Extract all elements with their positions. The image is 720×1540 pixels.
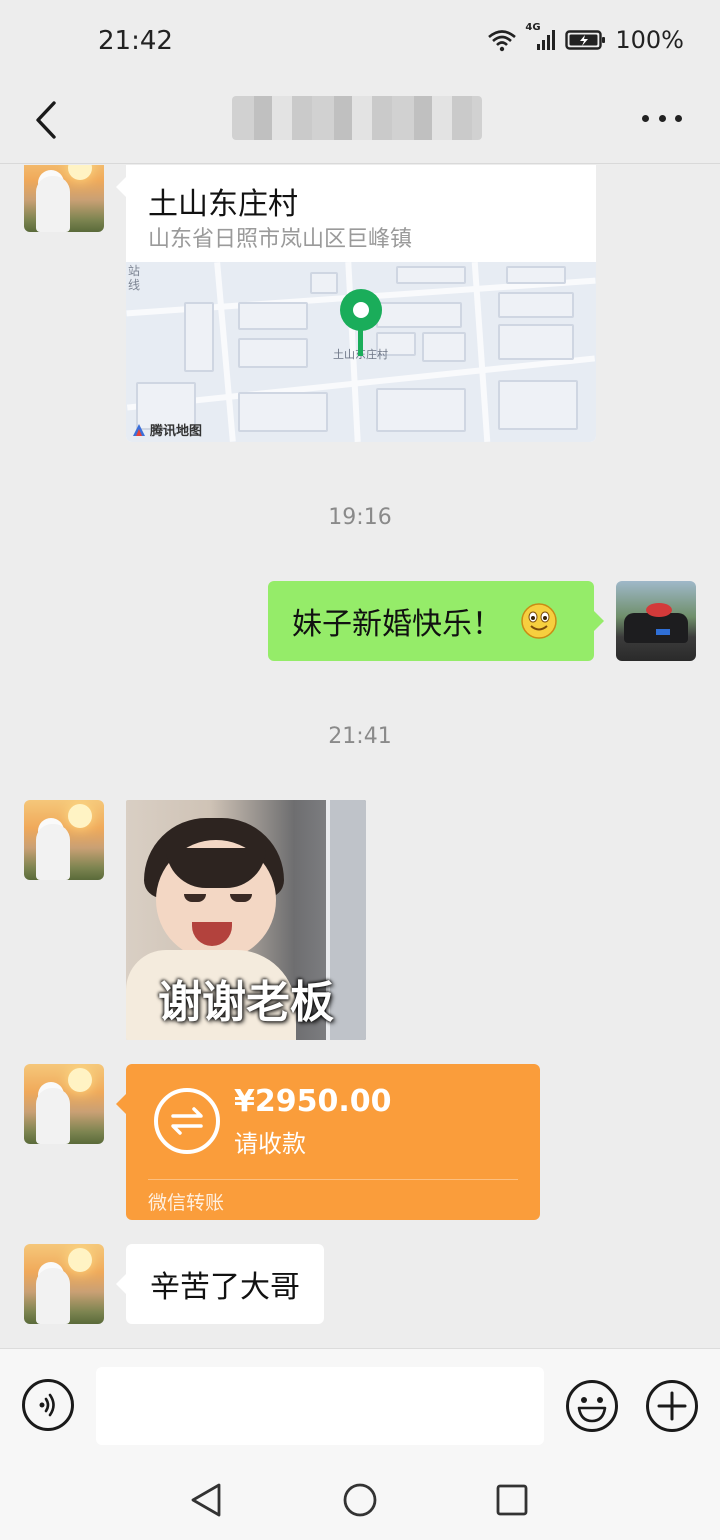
tencent-map-icon [132, 423, 146, 437]
back-button[interactable] [26, 96, 66, 144]
map-pin-icon [338, 288, 384, 362]
battery-icon [565, 28, 607, 52]
smile-emoji-icon [520, 602, 558, 640]
message-text: 辛苦了大哥 [150, 1270, 300, 1305]
circle-home-icon [343, 1483, 377, 1517]
sticker-message[interactable]: 谢谢老板 [126, 800, 366, 1040]
more-dot [658, 114, 666, 122]
chat-input-bar [0, 1348, 720, 1462]
map-station-label: 站线 [128, 264, 141, 292]
battery-level: 100% [615, 26, 684, 54]
more-functions-button[interactable] [645, 1379, 699, 1433]
system-navigation-bar [0, 1462, 720, 1540]
emoji-button[interactable] [565, 1379, 619, 1433]
status-time: 21:42 [98, 26, 173, 56]
cellular-signal-icon: 4G [525, 22, 557, 52]
status-bar: 21:42 4G 100% [0, 0, 720, 80]
more-dot [642, 114, 649, 122]
bubble-tail [116, 177, 126, 197]
system-home-button[interactable] [340, 1480, 380, 1520]
chat-header [0, 80, 720, 164]
location-map-preview[interactable]: 站线 土山东庄村 腾讯地图 [126, 262, 596, 442]
incoming-text-message[interactable]: 辛苦了大哥 [126, 1244, 324, 1324]
location-title: 土山东庄村 [148, 187, 298, 222]
more-button[interactable] [642, 108, 682, 128]
triangle-back-icon [191, 1483, 221, 1517]
voice-input-button[interactable] [22, 1379, 74, 1431]
chevron-left-icon [36, 101, 56, 139]
message-timestamp: 21:41 [328, 724, 392, 749]
sticker-caption: 谢谢老板 [158, 977, 334, 1028]
outgoing-text-message[interactable]: 妹子新婚快乐！ [268, 581, 594, 661]
smiley-face-icon [566, 1380, 618, 1432]
my-avatar[interactable] [616, 581, 696, 661]
map-provider-name: 腾讯地图 [150, 424, 203, 439]
network-type: 4G [525, 22, 541, 33]
bubble-tail [116, 1094, 126, 1114]
bubble-tail [594, 611, 604, 631]
plus-icon [646, 1380, 698, 1432]
contact-avatar[interactable] [24, 1064, 104, 1144]
status-icons: 4G 100% [487, 22, 684, 54]
system-back-button[interactable] [186, 1480, 226, 1520]
redacted-title-mask [232, 96, 482, 140]
message-input[interactable] [96, 1367, 544, 1445]
transfer-status: 请收款 [234, 1130, 306, 1158]
message-text: 妹子新婚快乐！ [292, 607, 502, 642]
money-transfer-message[interactable]: ¥2950.00 请收款 微信转账 [126, 1064, 540, 1220]
bubble-tail [116, 1274, 126, 1294]
more-dot [675, 114, 682, 122]
chat-message-list[interactable]: 土山东庄村 山东省日照市岚山区巨峰镇 站线 土山东庄村 [0, 165, 720, 1348]
voice-wave-icon [39, 1393, 55, 1417]
system-recents-button[interactable] [492, 1480, 532, 1520]
map-provider-logo: 腾讯地图 [132, 420, 202, 439]
divider [148, 1179, 518, 1180]
transfer-arrows-icon [154, 1088, 220, 1154]
contact-avatar[interactable] [24, 1244, 104, 1324]
contact-avatar[interactable] [24, 800, 104, 880]
contact-avatar[interactable] [24, 165, 104, 232]
wifi-icon [487, 28, 517, 52]
location-message[interactable]: 土山东庄村 山东省日照市岚山区巨峰镇 站线 土山东庄村 [126, 165, 596, 442]
transfer-label: 微信转账 [148, 1192, 225, 1214]
location-address: 山东省日照市岚山区巨峰镇 [148, 227, 413, 252]
transfer-amount: ¥2950.00 [234, 1084, 392, 1119]
square-recents-icon [496, 1484, 528, 1516]
message-timestamp: 19:16 [328, 505, 392, 530]
